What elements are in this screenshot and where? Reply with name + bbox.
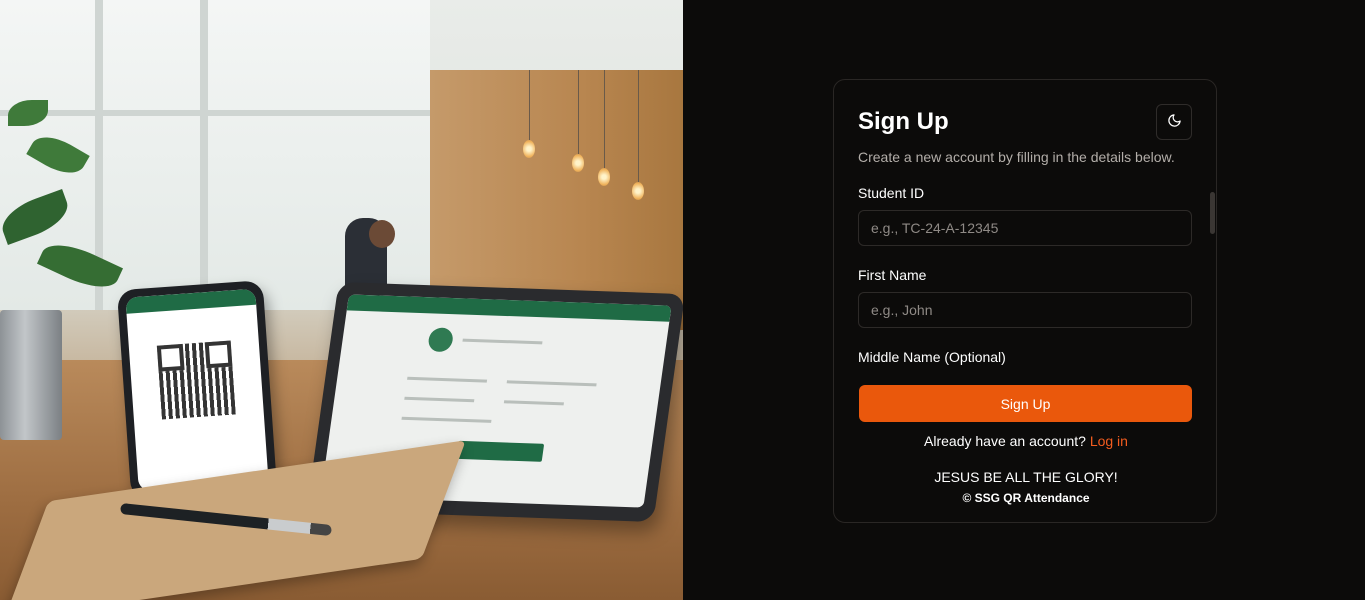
footer-copyright: © SSG QR Attendance [962, 491, 1090, 505]
phone-screen [125, 288, 269, 492]
lamp-bulb [598, 168, 610, 186]
lamp-bulb [632, 182, 644, 200]
moon-icon [1167, 113, 1182, 131]
window-frame [200, 0, 208, 310]
first-name-label: First Name [858, 267, 927, 283]
form-scrollbar[interactable] [1210, 192, 1215, 234]
form-scroll-area[interactable]: Student ID First Name Middle Name (Optio… [858, 184, 1192, 370]
window-frame [0, 110, 430, 116]
phone-status-bar [125, 288, 257, 314]
plant-pot [0, 310, 62, 440]
login-prompt: Already have an account? Log in [834, 433, 1218, 449]
qr-code [156, 340, 236, 420]
footer-motto: JESUS BE ALL THE GLORY! [934, 469, 1118, 485]
sign-up-button[interactable]: Sign Up [859, 385, 1192, 422]
page-subtitle: Create a new account by filling in the d… [858, 149, 1175, 165]
middle-name-label: Middle Name (Optional) [858, 349, 1006, 365]
first-name-input[interactable] [858, 292, 1192, 328]
login-link[interactable]: Log in [1090, 433, 1128, 449]
tablet-header [346, 294, 672, 322]
tablet-text-line [407, 376, 488, 383]
tablet-text-line [462, 338, 543, 345]
student-id-input[interactable] [858, 210, 1192, 246]
phone-device [116, 280, 278, 500]
lamp-bulb [572, 154, 584, 172]
tablet-button [456, 440, 545, 462]
student-id-label: Student ID [858, 185, 925, 201]
tablet-text-line [401, 416, 492, 423]
lamp-wire [638, 70, 639, 182]
lamp-wire [529, 70, 530, 140]
lamp-wire [578, 70, 579, 154]
login-prompt-text: Already have an account? [924, 433, 1086, 449]
hero-image [0, 0, 683, 600]
person-head [369, 220, 395, 248]
lamp-wire [604, 70, 605, 168]
tablet-text-line [404, 396, 475, 403]
page-title: Sign Up [858, 108, 949, 135]
tablet-logo [427, 327, 455, 353]
tablet-text-line [503, 400, 564, 406]
signup-card: Sign Up Create a new account by filling … [833, 79, 1217, 523]
tablet-text-line [506, 380, 597, 387]
theme-toggle-button[interactable] [1156, 104, 1192, 140]
lamp-bulb [523, 140, 535, 158]
